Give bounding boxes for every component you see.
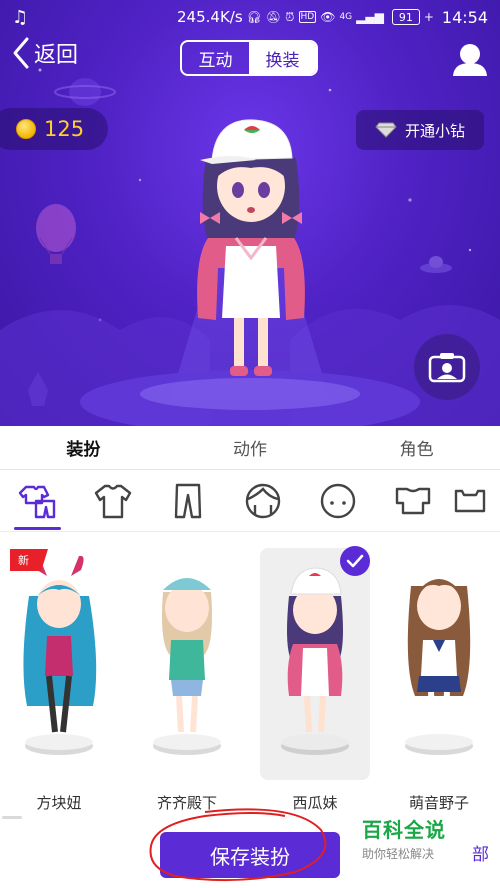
watermark-title: 百科全说 (362, 818, 446, 842)
tab-action-label: 动作 (233, 440, 267, 460)
battery-indicator: 91 (391, 9, 420, 25)
charging-icon: + (423, 10, 434, 24)
pants-icon (174, 483, 201, 518)
category-bar (0, 470, 500, 532)
tshirt-icon (94, 484, 131, 518)
tab-dress-up-label: 换装 (265, 50, 300, 71)
coin-balance: 125 (0, 108, 108, 150)
character-figure (405, 579, 473, 755)
signal-icon: ▂▄▆ (356, 10, 384, 24)
coin-icon (16, 119, 36, 139)
clock: 14:54 (441, 7, 488, 27)
top-icon (454, 489, 486, 512)
camera-button[interactable] (414, 334, 480, 400)
tab-interact-label: 互动 (198, 50, 233, 71)
category-hair[interactable] (225, 470, 300, 532)
category-top[interactable] (450, 470, 500, 532)
outfit-set-icon (18, 485, 55, 518)
category-shorts[interactable] (375, 470, 450, 532)
open-vip-label: 开通小钻 (404, 121, 465, 140)
status-bar: ♫ 245.4K/s 🎧︎ 🔕︎ ⏰︎ HD 👁︎ 4G ▂▄▆ 91 + 14… (0, 0, 500, 34)
avatar-stage: ♫ 245.4K/s 🎧︎ 🔕︎ ⏰︎ HD 👁︎ 4G ▂▄▆ 91 + 14… (0, 0, 500, 426)
character-list: 方块妞 齐齐殿下 西瓜妹 萌音野子 (0, 540, 500, 812)
character-name: 方块妞 (36, 794, 82, 812)
category-tshirt[interactable] (75, 470, 150, 532)
tab-character[interactable]: 角色 (333, 426, 500, 469)
character-figure (23, 556, 97, 755)
selected-check-icon (340, 546, 370, 576)
planet-icon (69, 78, 101, 106)
character-card-1[interactable]: 方块妞 (4, 548, 114, 812)
character-figure (153, 578, 221, 755)
character-name: 萌音野子 (408, 794, 469, 812)
music-note-icon: ♫ (12, 6, 29, 28)
category-outfit-set[interactable] (0, 470, 75, 532)
scroll-indicator (2, 816, 22, 819)
tab-interact[interactable]: 互动 (182, 42, 249, 74)
coin-count: 125 (44, 117, 85, 141)
tab-dress-up[interactable]: 换装 (249, 42, 316, 74)
alarm-icon: ⏰︎ (285, 9, 295, 24)
annotation-circle (149, 808, 327, 882)
chevron-left-icon (13, 37, 29, 69)
watermark: 百科全说 助你轻松解决 (362, 814, 474, 862)
back-button[interactable]: 返回 (10, 36, 78, 70)
character-card-2[interactable]: 齐齐殿下 (132, 548, 242, 812)
category-active-indicator (14, 526, 61, 530)
face-icon (320, 483, 355, 518)
main-tabs: 装扮 动作 角色 (0, 426, 500, 470)
hot-air-balloon-icon (36, 204, 76, 264)
profile-icon[interactable] (450, 40, 490, 78)
tab-action[interactable]: 动作 (167, 426, 334, 469)
network-type: 4G (339, 12, 353, 22)
tab-character-label: 角色 (399, 440, 434, 460)
diamond-icon (375, 122, 397, 138)
network-speed: 245.4K/s (177, 8, 243, 26)
eye-icon: 👁︎ (320, 10, 336, 24)
character-card-3[interactable]: 西瓜妹 (260, 548, 370, 812)
character-figure (281, 567, 349, 755)
ufo-icon (420, 256, 452, 273)
character-card-4[interactable]: 萌音野子 (384, 548, 494, 812)
tab-outfit-label: 装扮 (66, 440, 101, 460)
hd-icon: HD (298, 11, 317, 23)
category-pants[interactable] (150, 470, 225, 532)
back-label: 返回 (34, 43, 79, 68)
headphone-icon: 🎧︎ (246, 10, 262, 24)
footer-extra-text: 部 (472, 845, 489, 865)
camera-icon (428, 353, 466, 383)
mode-switch: 互动 换装 (180, 40, 318, 76)
shorts-icon (395, 487, 430, 514)
open-vip-button[interactable]: 开通小钻 (356, 110, 484, 150)
mute-icon: 🔕︎ (265, 10, 282, 24)
hair-icon (245, 483, 280, 518)
watermark-subtitle: 助你轻松解决 (362, 847, 435, 861)
avatar-character[interactable] (176, 108, 326, 398)
category-face[interactable] (300, 470, 375, 532)
tab-outfit[interactable]: 装扮 (0, 426, 167, 469)
